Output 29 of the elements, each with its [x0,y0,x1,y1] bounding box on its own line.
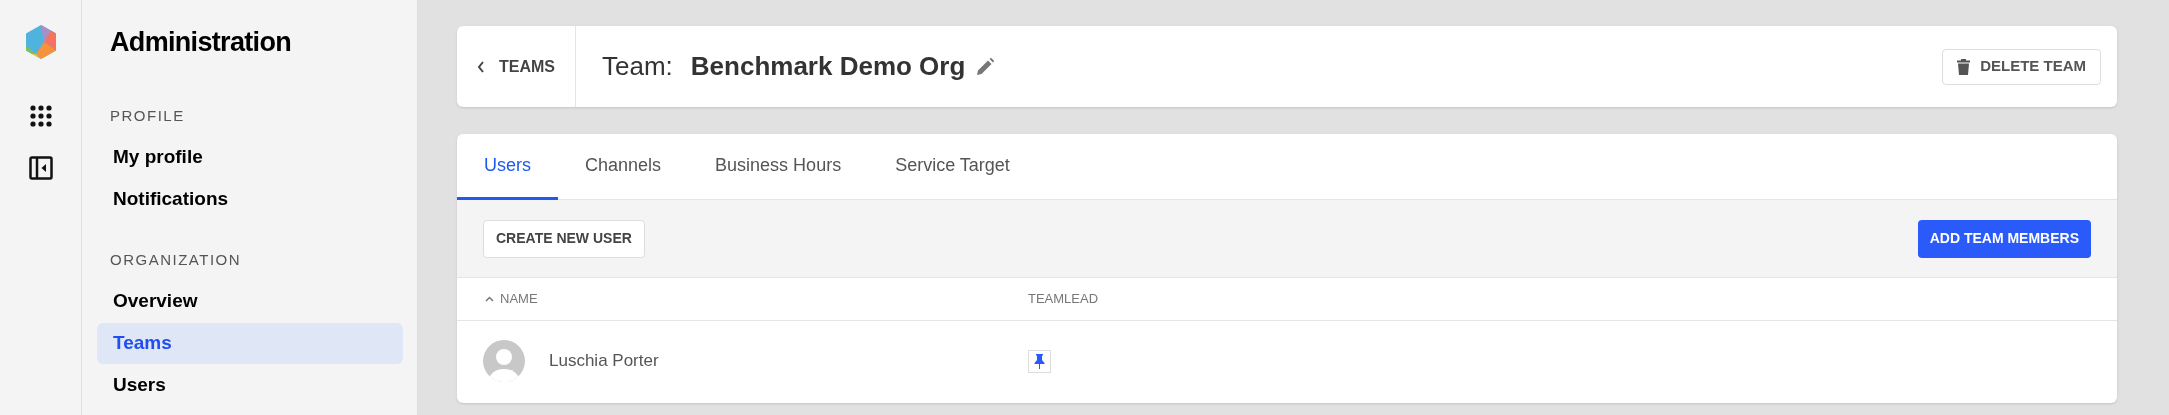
sort-up-icon [485,296,494,302]
back-button[interactable]: TEAMS [457,26,576,107]
collapse-sidebar-icon[interactable] [28,156,53,180]
teamlead-pin-icon[interactable] [1028,349,1051,373]
sidebar-item[interactable]: Notifications [97,179,403,220]
sidebar-item[interactable]: Users [97,365,403,406]
logo-icon [23,24,58,60]
tab[interactable]: Business Hours [688,134,869,200]
sidebar-item[interactable]: My profile [97,137,403,178]
tab[interactable]: Service Target [868,134,1037,200]
sidebar-item[interactable]: Teams [97,323,403,364]
sidebar-item[interactable]: Overview [97,281,403,322]
delete-team-button[interactable]: DELETE TEAM [1942,48,2101,85]
chevron-left-icon [477,60,485,73]
column-header[interactable]: TEAMLEAD [1028,289,1099,309]
team-label: Team: [602,50,673,83]
section-heading: ORGANIZATION [109,250,243,270]
avatar-icon [483,340,525,382]
apps-grid-icon[interactable] [29,105,52,127]
section-heading: PROFILE [109,106,186,126]
add-team-members-button[interactable]: ADD TEAM MEMBERS [1917,219,2091,258]
team-name: Benchmark Demo Org [690,50,966,83]
pencil-icon[interactable] [975,56,996,77]
trash-icon [1957,58,1971,75]
column-header[interactable]: NAME [457,289,1028,309]
user-name: Luschia Porter [549,350,659,373]
sidebar-title: Administration [109,26,293,58]
tab[interactable]: Channels [558,134,689,200]
create-new-user-button[interactable]: CREATE NEW USER [483,219,645,258]
